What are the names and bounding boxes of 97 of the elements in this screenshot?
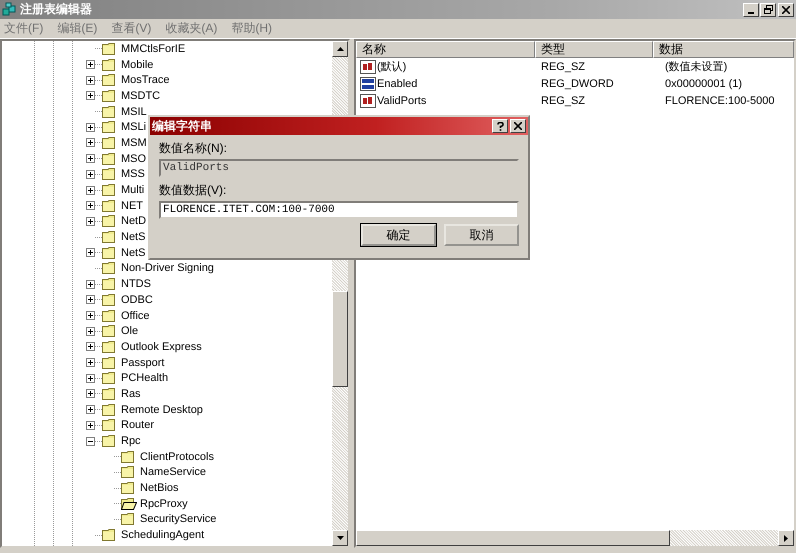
tree-item[interactable]: Ole	[121, 325, 138, 338]
value-type: REG_SZ	[540, 60, 586, 72]
expand-icon[interactable]	[86, 326, 95, 336]
column-header[interactable]: 数据	[653, 41, 794, 58]
value-name[interactable]: ValidPorts	[377, 94, 426, 106]
tree-item[interactable]: ODBC	[121, 294, 153, 306]
value-name[interactable]: Enabled	[377, 78, 418, 90]
expand-icon[interactable]	[86, 405, 95, 414]
column-header[interactable]: 类型	[535, 41, 653, 58]
close-icon	[514, 122, 522, 130]
value-data: (数值未设置)	[664, 60, 728, 74]
tree-item[interactable]: NetD	[121, 215, 146, 228]
tree-item[interactable]: SecurityService	[140, 513, 216, 526]
tree-item[interactable]: ClientProtocols	[140, 450, 214, 463]
tree-item[interactable]: MMCtlsForIE	[121, 42, 186, 55]
tree-item[interactable]: NetS	[121, 246, 146, 259]
horizontal-scrollbar[interactable]	[356, 530, 794, 546]
expand-icon[interactable]	[86, 374, 95, 383]
scroll-down-button[interactable]	[332, 530, 348, 546]
tree-item[interactable]: MSIL	[121, 106, 147, 118]
tree-item[interactable]: Mobile	[121, 58, 154, 71]
dialog-button[interactable]: 确定	[361, 224, 436, 246]
expand-icon[interactable]	[86, 60, 95, 70]
tree-item[interactable]: MSO	[121, 152, 146, 165]
tree-item[interactable]: Passport	[121, 356, 164, 369]
collapse-icon[interactable]	[86, 436, 95, 446]
tree-item[interactable]: Office	[121, 310, 150, 322]
tree-item[interactable]: NTDS	[121, 278, 151, 290]
tree-item[interactable]: MSS	[121, 168, 145, 180]
string-value-icon	[360, 94, 376, 108]
expand-icon[interactable]	[86, 201, 95, 210]
expand-icon[interactable]	[86, 154, 95, 164]
expand-icon[interactable]	[86, 342, 95, 352]
expand-icon[interactable]	[86, 170, 95, 179]
tree-item[interactable]: NameService	[140, 466, 206, 478]
registry-cubes-icon	[2, 2, 18, 18]
window-title: 注册表编辑器	[20, 1, 92, 18]
tree-item[interactable]: NET	[121, 200, 143, 212]
question-mark-icon	[496, 122, 504, 130]
scroll-up-button[interactable]	[332, 41, 348, 57]
close-button[interactable]	[778, 2, 794, 16]
expand-icon[interactable]	[86, 76, 95, 85]
scroll-thumb[interactable]	[332, 291, 348, 387]
tree-item[interactable]: Multi	[121, 184, 144, 196]
right-arrow-icon	[784, 534, 788, 542]
value-type: REG_DWORD	[540, 78, 615, 90]
restore-icon	[764, 5, 772, 14]
expand-icon[interactable]	[86, 91, 95, 100]
string-value-icon	[360, 60, 376, 74]
tree-item[interactable]: Remote Desktop	[121, 404, 203, 416]
value-data-field[interactable]: FLORENCE.ITET.COM:100-7000	[159, 201, 519, 219]
expand-icon[interactable]	[86, 248, 95, 258]
scroll-right-button[interactable]	[778, 530, 794, 546]
down-arrow-icon	[336, 536, 344, 540]
tree-item[interactable]: Non-Driver Signing	[121, 262, 214, 274]
tree-item[interactable]: NetBios	[140, 482, 179, 494]
expand-icon[interactable]	[86, 216, 95, 226]
dialog-title: 编辑字符串	[152, 118, 212, 134]
expand-icon[interactable]	[86, 311, 95, 320]
minimize-button[interactable]	[743, 2, 759, 16]
column-header[interactable]: 名称	[356, 41, 535, 58]
value-type: REG_SZ	[540, 94, 586, 106]
tree-item[interactable]: NetS	[121, 231, 146, 244]
expand-icon[interactable]	[86, 138, 95, 148]
expand-icon[interactable]	[86, 295, 95, 304]
tree-item[interactable]: SchedulingAgent	[121, 529, 204, 542]
field-label: 数值数据(V):	[159, 182, 228, 198]
close-button[interactable]	[510, 119, 526, 133]
field-label: 数值名称(N):	[159, 140, 228, 156]
tree-item[interactable]: Router	[121, 419, 154, 432]
scroll-thumb[interactable]	[356, 530, 670, 546]
expand-icon[interactable]	[86, 122, 95, 132]
expand-icon[interactable]	[86, 280, 95, 289]
tree-item[interactable]: Outlook Express	[121, 340, 202, 353]
binary-value-icon	[360, 76, 376, 90]
tree-item[interactable]: MSM	[121, 136, 147, 149]
tree-item[interactable]: Rpc	[121, 435, 141, 448]
expand-icon[interactable]	[86, 186, 95, 195]
dialog-button[interactable]: 取消	[444, 224, 519, 246]
value-name[interactable]: (默认)	[377, 59, 406, 74]
value-data: 0x00000001 (1)	[664, 78, 744, 90]
close-icon	[782, 6, 790, 14]
tree-item[interactable]: PCHealth	[121, 372, 168, 384]
up-arrow-icon	[336, 47, 344, 51]
tree-item[interactable]: MSLi	[121, 121, 146, 134]
minimize-icon	[748, 12, 754, 14]
expand-icon[interactable]	[86, 420, 95, 430]
tree-item[interactable]: RpcProxy	[140, 498, 188, 510]
tree-item[interactable]: Ras	[121, 388, 141, 400]
expand-icon[interactable]	[86, 358, 95, 368]
value-data: FLORENCE:100-5000	[664, 94, 776, 106]
restore-button[interactable]	[760, 2, 776, 16]
help-button[interactable]	[492, 119, 508, 133]
value-name-field[interactable]: ValidPorts	[159, 159, 519, 177]
tree-item[interactable]: MSDTC	[121, 90, 160, 102]
tree-item[interactable]: MosTrace	[121, 74, 170, 86]
expand-icon[interactable]	[86, 389, 95, 398]
